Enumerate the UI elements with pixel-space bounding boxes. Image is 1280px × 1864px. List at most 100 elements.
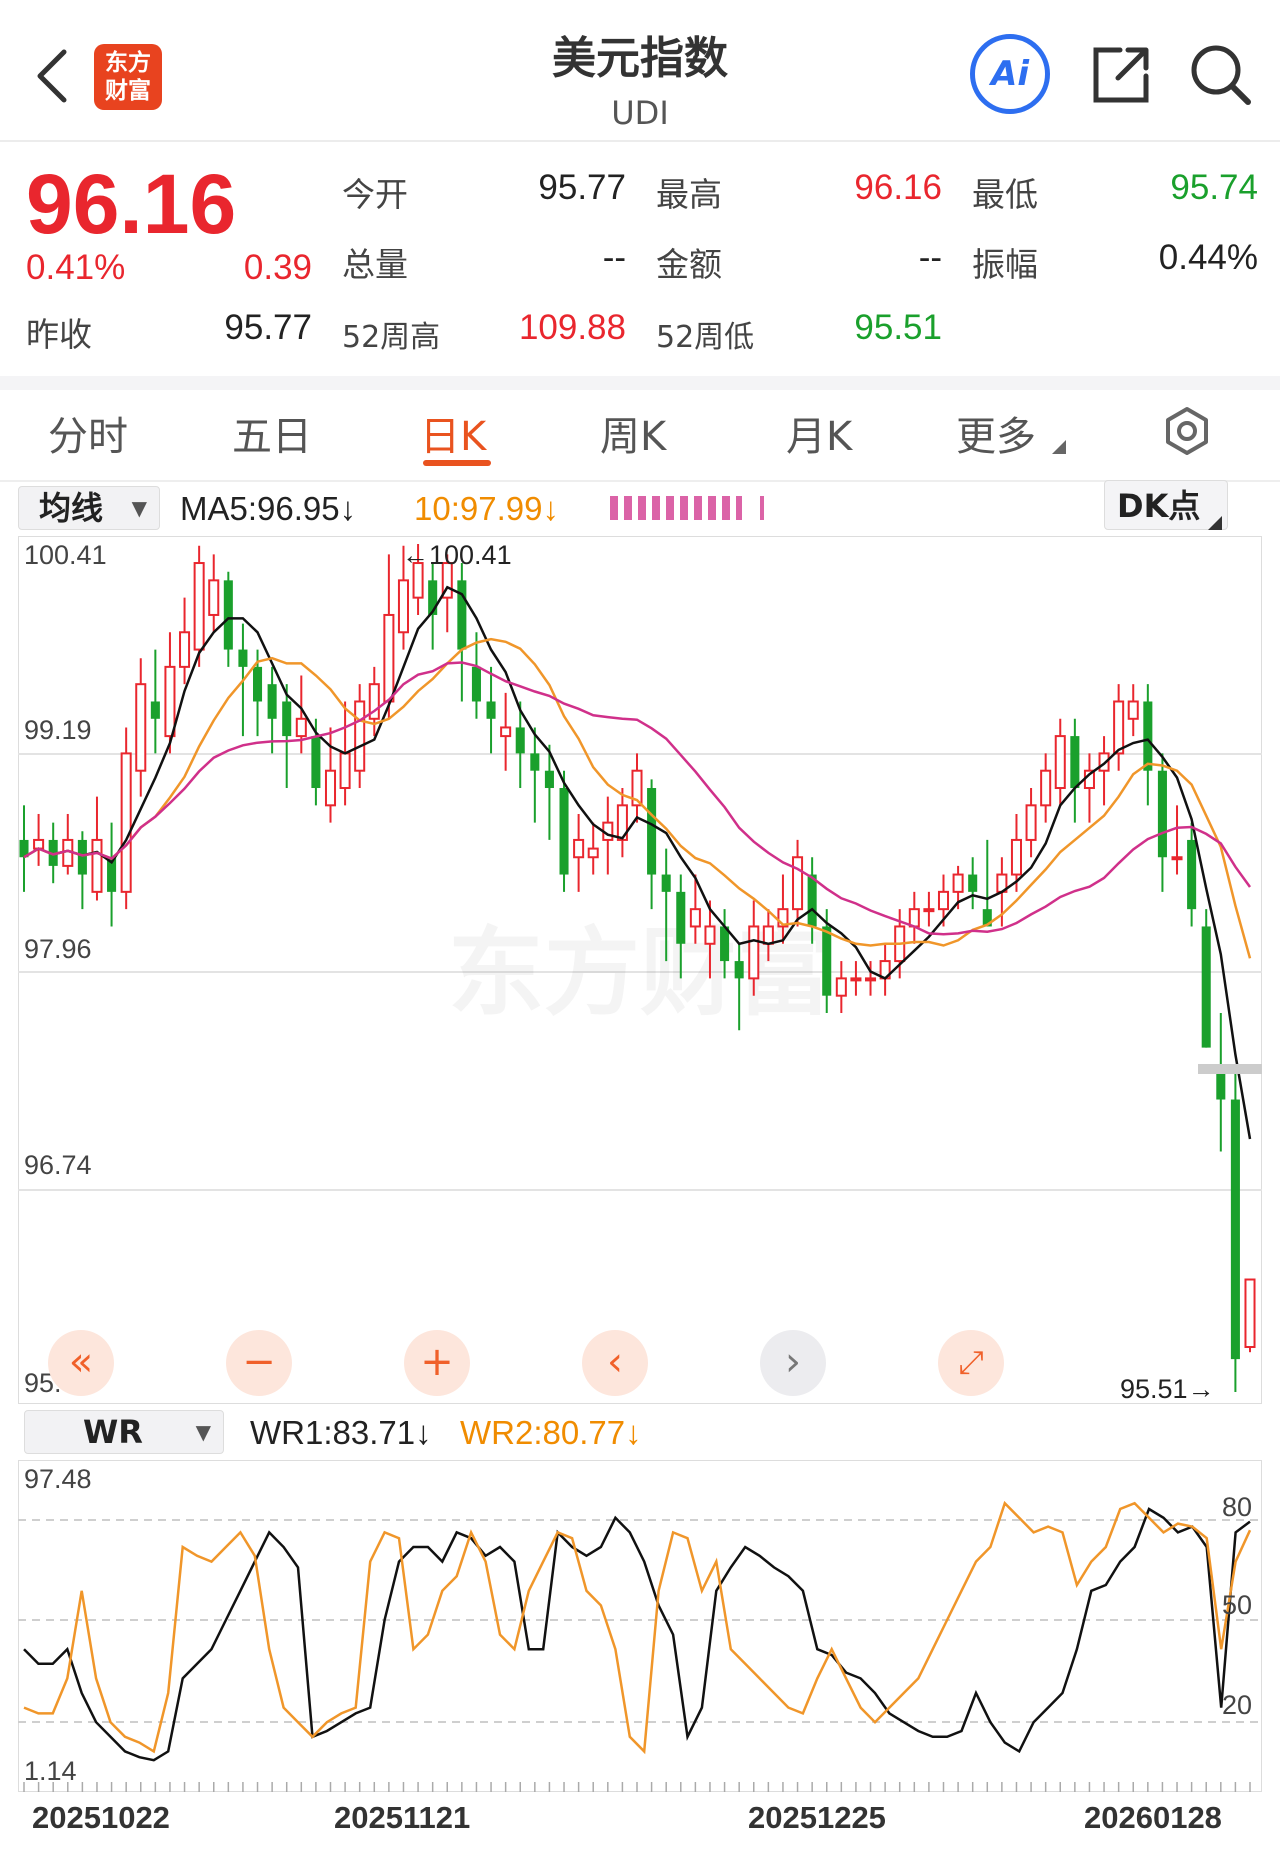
candle-body-up xyxy=(193,562,205,651)
w52-low-value: 95.51 xyxy=(854,308,942,347)
candle-body-down xyxy=(1157,770,1167,858)
ma5-readout: MA5:96.95↓ xyxy=(180,490,357,527)
zoom-in-button[interactable]: + xyxy=(404,1330,470,1396)
candle-body-up xyxy=(835,977,847,997)
candle-body-up xyxy=(689,908,701,928)
ma5-line xyxy=(23,585,1252,1140)
open-label: 今开 xyxy=(342,175,408,214)
candle-body-up xyxy=(339,752,351,790)
tab-monthly-k[interactable]: 月K xyxy=(786,404,852,462)
candle-body-up xyxy=(500,726,512,738)
min-price-marker: 95.51→ xyxy=(1120,1374,1215,1404)
last-price: 96.16 xyxy=(26,157,237,251)
candle-body-up xyxy=(397,579,410,634)
tab-five-day[interactable]: 五日 xyxy=(232,404,312,462)
w52-high-value: 109.88 xyxy=(518,308,626,347)
candle-body-down xyxy=(252,666,263,702)
sub-indicator-selector[interactable]: WR ▼ xyxy=(24,1410,224,1454)
quote-panel: 96.16 0.41% 0.39 昨收 95.77 今开 95.77 最高 96… xyxy=(0,142,1280,390)
scroll-to-start-button[interactable]: « xyxy=(48,1330,114,1396)
scroll-right-button[interactable]: › xyxy=(760,1330,826,1396)
x-axis-date: 20251121 xyxy=(334,1800,471,1835)
wr-chart[interactable] xyxy=(18,1460,1262,1792)
w52-high-label: 52周高 xyxy=(342,320,441,355)
candle-body-up xyxy=(164,665,176,738)
tab-more[interactable]: 更多 xyxy=(956,404,1036,462)
tab-daily-k[interactable]: 日K xyxy=(420,404,486,462)
candle-body-down xyxy=(1070,736,1080,789)
candle-body-down xyxy=(238,649,248,667)
change-value: 0.39 xyxy=(243,248,312,287)
x-axis-date: 20251225 xyxy=(748,1800,886,1835)
kline-chart[interactable]: 东方财富 xyxy=(18,536,1262,1404)
wr-level-label: 80 xyxy=(1222,1492,1253,1522)
candle-body-down xyxy=(311,736,321,789)
candle-body-down xyxy=(822,926,832,996)
candle-body-up xyxy=(324,769,337,807)
change-percent: 0.41% xyxy=(26,248,126,287)
candle-body-up xyxy=(208,579,220,616)
low-label: 最低 xyxy=(972,175,1038,214)
prev-close-value: 95.77 xyxy=(224,308,312,347)
volume-label: 总量 xyxy=(342,245,408,284)
y-axis-tick: 97.96 xyxy=(24,934,92,964)
current-price-marker xyxy=(1198,1064,1262,1074)
candle-body-up xyxy=(120,752,132,893)
fullscreen-button[interactable]: ⤢ xyxy=(938,1330,1004,1396)
candle-body-down xyxy=(1187,839,1197,910)
y-axis-tick: 96.74 xyxy=(24,1150,92,1180)
wr-axis-top: 97.48 xyxy=(24,1464,92,1494)
prev-close-label: 昨收 xyxy=(26,315,92,354)
candle-body-down xyxy=(457,580,467,650)
ma-selector[interactable]: 均线 ▼ xyxy=(18,486,160,530)
open-value: 95.77 xyxy=(538,168,626,207)
candle-body-up xyxy=(850,977,862,982)
candle-body-up xyxy=(354,700,366,772)
zoom-out-button[interactable]: − xyxy=(226,1330,292,1396)
ma10-readout: 10:97.99↓ xyxy=(414,490,559,527)
candle-body-down xyxy=(530,753,540,771)
page-title: 美元指数 xyxy=(552,33,728,84)
candle-body-up xyxy=(1040,769,1052,807)
candle-body-down xyxy=(282,701,292,737)
candle-body-up xyxy=(952,873,964,893)
page-subtitle: UDI xyxy=(611,94,669,132)
candle-body-up xyxy=(1025,804,1037,841)
candle-body-up xyxy=(704,925,716,945)
candle-body-down xyxy=(544,770,554,789)
low-value: 95.74 xyxy=(1170,168,1258,207)
candle-body-down xyxy=(559,788,569,875)
candle-body-up xyxy=(587,847,599,859)
candle-body-down xyxy=(77,839,87,875)
scroll-left-button[interactable]: ‹ xyxy=(582,1330,648,1396)
candle-body-up xyxy=(383,613,395,703)
watermark: 东方财富 xyxy=(448,920,832,1027)
candle-body-down xyxy=(1143,701,1153,771)
candle-body-down xyxy=(515,727,525,754)
candle-body-up xyxy=(1113,700,1125,755)
wr-axis-bottom: 1.14 xyxy=(24,1756,77,1786)
active-tab-indicator xyxy=(423,460,491,466)
search-icon[interactable] xyxy=(1188,42,1254,108)
ai-assistant-button[interactable]: Ai xyxy=(970,34,1050,114)
amplitude-label: 振幅 xyxy=(972,245,1038,284)
x-axis-date: 20251022 xyxy=(32,1800,170,1835)
wr-level-label: 20 xyxy=(1222,1690,1253,1720)
max-price-marker: ←100.41 xyxy=(402,540,512,570)
candle-body-down xyxy=(661,874,671,892)
wr-frame xyxy=(18,1460,1262,1792)
candle-body-up xyxy=(937,890,950,911)
share-icon[interactable] xyxy=(1090,44,1152,106)
wr1-readout: WR1:83.71↓ xyxy=(250,1414,432,1451)
candle-body-up xyxy=(295,717,307,738)
settings-gear-icon[interactable] xyxy=(1162,406,1212,456)
amplitude-value: 0.44% xyxy=(1158,238,1258,277)
candle-body-down xyxy=(486,701,496,719)
period-tabs: 分时 五日 日K 周K 月K 更多 xyxy=(0,390,1280,482)
tab-intraday[interactable]: 分时 xyxy=(48,404,128,462)
candle-body-up xyxy=(1171,856,1183,861)
tab-weekly-k[interactable]: 周K xyxy=(600,404,666,462)
x-axis-date: 20260128 xyxy=(1084,1800,1222,1835)
dk-dropdown-icon xyxy=(1208,516,1222,530)
candle-body-up xyxy=(1127,700,1139,720)
